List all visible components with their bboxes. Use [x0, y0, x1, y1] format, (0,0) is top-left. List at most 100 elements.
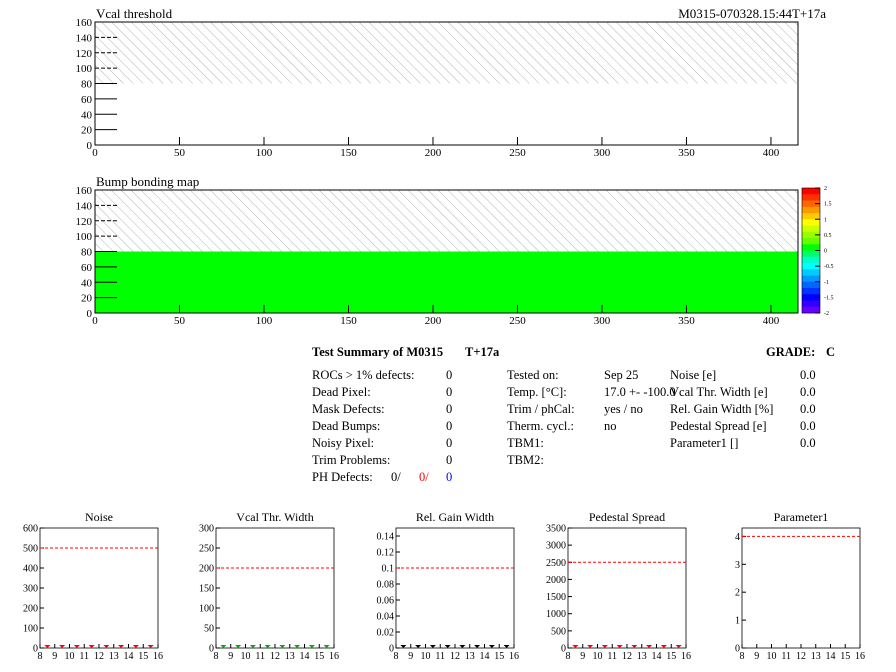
chart-point	[147, 645, 154, 648]
palette-swatch	[802, 306, 820, 314]
chart-x-tick-label: 12	[270, 651, 280, 662]
summary-tag: T+17a	[465, 345, 500, 359]
chart-point	[249, 645, 256, 648]
chart-y-tick-label: 200	[199, 564, 214, 575]
chart-1: Vcal Thr. Width0501001502002503008 9 10 11 1…	[199, 510, 339, 662]
chart-point	[264, 645, 271, 648]
palette-label: 1	[824, 217, 827, 223]
y-tick-label: 100	[76, 63, 93, 75]
test-summary: Test Summary of M0315 T+17a GRADE: C ROC…	[312, 345, 835, 484]
palette-label: -2	[824, 311, 829, 317]
chart-point	[400, 645, 407, 648]
defect-label: Mask Defects:	[312, 402, 385, 416]
map2-filled-region	[95, 251, 798, 313]
x-tick-label: 350	[678, 147, 695, 159]
chart-point	[474, 645, 481, 648]
chart-y-tick-label: 0.02	[377, 628, 395, 639]
palette-label: 2	[824, 186, 827, 192]
color-palette: 2 1.5 1 0.5 0 -0.5 -1 -1.5 -2	[801, 186, 834, 317]
chart-x-tick-label: 14	[300, 651, 310, 662]
chart-y-tick-label: 2	[735, 588, 740, 599]
chart-x-tick-label: 12	[94, 651, 104, 662]
info-label: TBM2:	[507, 453, 544, 467]
info-value: 17.0 +- -100.0	[604, 385, 676, 399]
chart-point	[488, 645, 495, 648]
chart-point	[675, 645, 682, 648]
ph-defects-value-1: 0/	[391, 470, 401, 484]
chart-x-tick-label: 16	[509, 651, 519, 662]
defect-value: 0	[446, 368, 452, 382]
grade-value: C	[826, 345, 835, 359]
chart-3: Pedestal Spread0500100015002000250030003…	[546, 510, 691, 662]
palette-label: 1.5	[824, 202, 832, 208]
plot1-title: Vcal threshold	[96, 6, 173, 21]
palette-swatch	[802, 238, 820, 245]
info-label: Tested on:	[507, 368, 559, 382]
chart-x-tick-label: 11	[255, 651, 265, 662]
chart-y-tick-label: 200	[23, 604, 38, 615]
defect-label: Dead Pixel:	[312, 385, 371, 399]
chart-x-tick-label: 15	[494, 651, 504, 662]
chart-x-tick-label: 11	[435, 651, 445, 662]
x-tick-label: 250	[509, 147, 526, 159]
chart-point	[587, 645, 594, 648]
chart-x-tick-label: 15	[314, 651, 324, 662]
y-tick-label: 160	[76, 185, 93, 197]
defect-value: 0	[446, 436, 452, 450]
chart-point	[323, 645, 330, 648]
param-label: Rel. Gain Width [%]	[670, 402, 773, 416]
chart-y-tick-label: 3	[735, 560, 740, 571]
summary-defects-column: ROCs > 1% defects: 0 Dead Pixel: 0 Mask Defe…	[312, 368, 452, 467]
defect-value: 0	[446, 385, 452, 399]
info-label: Therm. cycl.:	[507, 419, 574, 433]
param-value: 0.0	[800, 402, 816, 416]
param-label: Vcal Thr. Width [e]	[670, 385, 768, 399]
palette-swatch	[802, 213, 820, 220]
x-tick-label: 350	[678, 315, 695, 327]
chart-x-tick-label: 8	[214, 651, 219, 662]
y-tick-label: 80	[81, 79, 93, 91]
chart-x-tick-label: 16	[855, 651, 865, 662]
x-tick-label: 400	[763, 147, 780, 159]
chart-point	[44, 645, 51, 648]
y-tick-label: 40	[81, 109, 93, 121]
ph-defects-value-3: 0	[446, 470, 452, 484]
chart-x-tick-label: 11	[79, 651, 89, 662]
chart-0: Noise01002003004005006008 9 10 11 12 13 14 15 16	[23, 510, 163, 662]
chart-point	[429, 645, 436, 648]
chart-y-tick-label: 300	[199, 524, 214, 535]
chart-y-tick-label: 500	[551, 626, 566, 637]
y-tick-label: 60	[81, 94, 93, 106]
defect-label: Trim Problems:	[312, 453, 390, 467]
chart-frame	[39, 527, 159, 649]
chart-point	[103, 645, 110, 648]
x-tick-label: 200	[425, 315, 442, 327]
x-tick-label: 100	[256, 315, 273, 327]
x-tick-label: 300	[594, 315, 611, 327]
palette-swatch	[802, 275, 820, 283]
defect-value: 0	[446, 453, 452, 467]
x-tick-label: 150	[340, 315, 357, 327]
x-tick-label: 50	[174, 147, 186, 159]
param-value: 0.0	[800, 419, 816, 433]
defect-label: Dead Bumps:	[312, 419, 380, 433]
chart-point	[220, 645, 227, 648]
palette-swatch	[802, 300, 820, 308]
chart-x-tick-label: 15	[840, 651, 850, 662]
chart-frame	[395, 527, 515, 649]
chart-frame	[215, 527, 335, 649]
chart-y-tick-label: 0.12	[377, 548, 395, 559]
ph-defects-value-2: 0/	[419, 470, 429, 484]
param-value: 0.0	[800, 436, 816, 450]
bump-bonding-map: Bump bonding map 0204060801001201401600 5…	[76, 174, 799, 327]
chart-y-tick-label: 2500	[546, 558, 566, 569]
defect-value: 0	[446, 402, 452, 416]
distribution-charts: Noise01002003004005006008 9 10 11 12 13 14 15 16…	[23, 510, 865, 662]
plot2-title: Bump bonding map	[96, 174, 199, 189]
palette-swatch	[802, 244, 820, 251]
page-canvas: Vcal threshold M0315-070328.15:44T+17a 0…	[23, 6, 865, 662]
chart-point	[235, 645, 242, 648]
chart-y-tick-label: 400	[23, 564, 38, 575]
chart-y-tick-label: 0.1	[382, 564, 395, 575]
chart-x-tick-label: 9	[408, 651, 413, 662]
